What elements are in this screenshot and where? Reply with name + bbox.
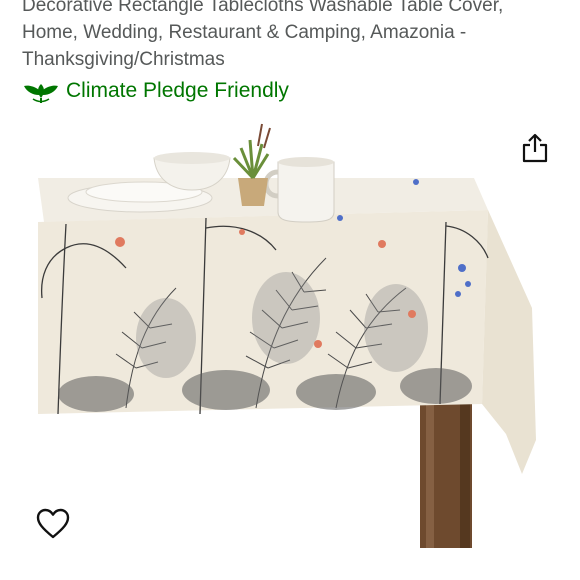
climate-pledge-leaf-icon [22,78,60,104]
potted-plant [238,178,268,206]
product-title-line: Thanksgiving/Christmas [22,49,225,70]
product-title-line: Decorative Rectangle Tablecloths Washabl… [22,0,504,16]
product-title: Decorative Rectangle Tablecloths Washabl… [22,0,562,73]
heart-outline-icon [36,508,70,544]
wishlist-button[interactable] [36,508,70,540]
product-title-line: Home, Wedding, Restaurant & Camping, Ama… [22,22,467,43]
mug [277,161,335,223]
product-image[interactable] [36,118,542,552]
climate-pledge-label: Climate Pledge Friendly [66,79,289,102]
climate-pledge-badge[interactable]: Climate Pledge Friendly [22,76,289,106]
